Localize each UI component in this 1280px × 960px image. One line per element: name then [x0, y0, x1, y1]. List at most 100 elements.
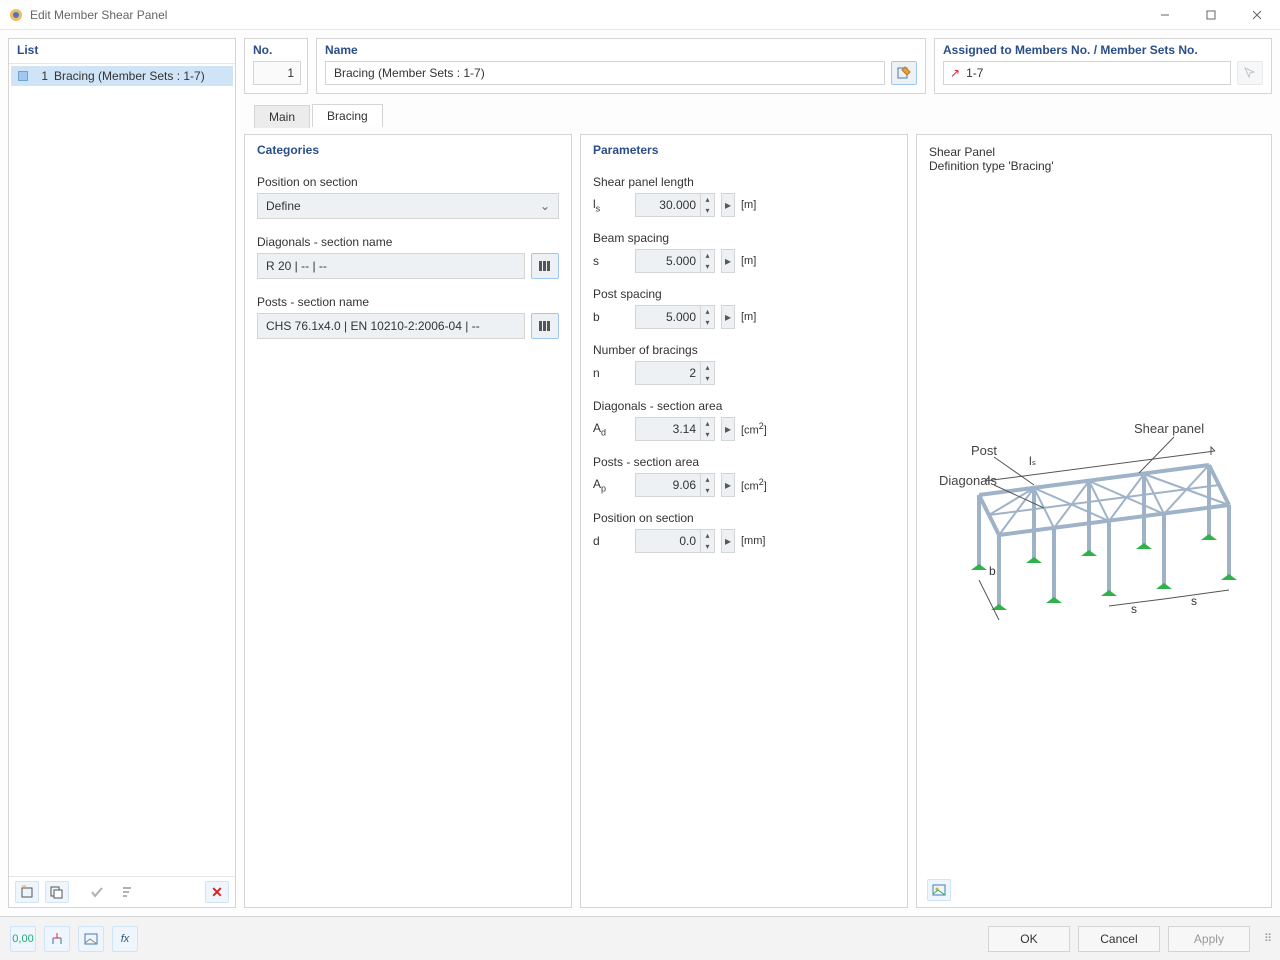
shear-panel-diagram: lₛ b s s Shear panel Post — [929, 183, 1259, 867]
assign-value: 1-7 — [966, 66, 983, 80]
param-label-beam: Beam spacing — [593, 231, 895, 245]
description-panel: Shear Panel Definition type 'Bracing' — [916, 134, 1272, 908]
tree-icon — [50, 932, 64, 946]
content-area: List 1 Bracing (Member Sets : 1-7) — [0, 30, 1280, 916]
tab-main[interactable]: Main — [254, 105, 310, 128]
param-input-ap[interactable]: 9.06▴▾ — [635, 473, 715, 497]
tree-button[interactable] — [44, 926, 70, 952]
check-list-button[interactable] — [85, 881, 109, 903]
copy-item-button[interactable] — [45, 881, 69, 903]
parameters-panel: Parameters Shear panel lengthls30.000▴▾▸… — [580, 134, 908, 908]
position-on-section-select[interactable]: Define ⌄ — [257, 193, 559, 219]
diagram-label-diagonals: Diagonals — [939, 473, 997, 488]
param-row-post: b 5.000▴▾▸ [m] — [593, 305, 895, 329]
cursor-icon — [1243, 66, 1257, 80]
spin-down-icon[interactable]: ▾ — [700, 541, 714, 552]
view-settings-button[interactable] — [927, 879, 951, 901]
param-unit-post: [m] — [741, 311, 756, 323]
library-icon — [538, 319, 552, 333]
param-label-len: Shear panel length — [593, 175, 895, 189]
list-item[interactable]: 1 Bracing (Member Sets : 1-7) — [11, 66, 233, 86]
diagram-label-b: b — [989, 564, 996, 578]
top-cards: No. 1 Name Bracing (Member Sets : 1-7) A… — [244, 38, 1272, 94]
spin-up-icon[interactable]: ▴ — [700, 306, 714, 317]
ok-button[interactable]: OK — [988, 926, 1070, 952]
param-input-beam[interactable]: 5.000▴▾ — [635, 249, 715, 273]
position-on-section-value: Define — [266, 199, 301, 213]
param-symbol-ap: Ap — [593, 477, 613, 493]
list-panel: List 1 Bracing (Member Sets : 1-7) — [8, 38, 236, 908]
param-symbol-post: b — [593, 310, 613, 324]
resize-grip-icon[interactable]: ⠿ — [1264, 932, 1270, 945]
delete-item-button[interactable]: ✕ — [205, 881, 229, 903]
param-unit-d: [mm] — [741, 535, 765, 547]
param-row-len: ls30.000▴▾▸[m] — [593, 193, 895, 217]
param-step-post[interactable]: ▸ — [721, 305, 735, 329]
fx-icon: fx — [121, 933, 130, 945]
apply-button[interactable]: Apply — [1168, 926, 1250, 952]
spin-up-icon[interactable]: ▴ — [700, 530, 714, 541]
tab-bracing[interactable]: Bracing — [312, 104, 383, 127]
param-symbol-len: ls — [593, 197, 613, 213]
maximize-button[interactable] — [1188, 0, 1234, 30]
export-image-button[interactable] — [78, 926, 104, 952]
no-input[interactable]: 1 — [253, 61, 301, 85]
param-input-d[interactable]: 0.0▴▾ — [635, 529, 715, 553]
spin-up-icon[interactable]: ▴ — [700, 474, 714, 485]
spin-down-icon[interactable]: ▾ — [700, 205, 714, 216]
spin-up-icon[interactable]: ▴ — [700, 250, 714, 261]
param-symbol-d: d — [593, 534, 613, 548]
param-symbol-beam: s — [593, 254, 613, 268]
edit-icon — [897, 66, 911, 80]
name-input[interactable]: Bracing (Member Sets : 1-7) — [325, 61, 885, 85]
posts-section-input[interactable]: CHS 76.1x4.0 | EN 10210-2:2006-04 | -- — [257, 313, 525, 339]
sort-list-button[interactable] — [115, 881, 139, 903]
assign-input[interactable]: ↗ 1-7 — [943, 61, 1231, 85]
param-input-len[interactable]: 30.000▴▾ — [635, 193, 715, 217]
spin-down-icon[interactable]: ▾ — [700, 317, 714, 328]
param-unit-ad: [cm2] — [741, 421, 767, 437]
param-row-d: d 0.0▴▾▸ [mm] — [593, 529, 895, 553]
param-label-ad: Diagonals - section area — [593, 399, 895, 413]
minimize-button[interactable] — [1142, 0, 1188, 30]
param-step-ad[interactable]: ▸ — [721, 417, 735, 441]
param-label-post: Post spacing — [593, 287, 895, 301]
param-input-post[interactable]: 5.000▴▾ — [635, 305, 715, 329]
column-feet — [971, 534, 1237, 610]
param-step-len[interactable]: ▸ — [721, 193, 735, 217]
param-unit-beam: [m] — [741, 255, 756, 267]
spin-down-icon[interactable]: ▾ — [700, 429, 714, 440]
tab-strip: Main Bracing — [244, 102, 1272, 126]
cancel-button[interactable]: Cancel — [1078, 926, 1160, 952]
param-input-ad[interactable]: 3.14▴▾ — [635, 417, 715, 441]
spin-down-icon[interactable]: ▾ — [700, 261, 714, 272]
list-item-label: Bracing (Member Sets : 1-7) — [54, 69, 205, 83]
parameters-title: Parameters — [581, 135, 907, 157]
param-step-d[interactable]: ▸ — [721, 529, 735, 553]
param-symbol-ad: Ad — [593, 421, 613, 437]
picture-icon — [932, 883, 946, 897]
posts-library-button[interactable] — [531, 313, 559, 339]
diagonals-library-button[interactable] — [531, 253, 559, 279]
spin-down-icon[interactable]: ▾ — [700, 485, 714, 496]
list-item-index: 1 — [34, 69, 48, 83]
diagonals-section-input[interactable]: R 20 | -- | -- — [257, 253, 525, 279]
param-step-ap[interactable]: ▸ — [721, 473, 735, 497]
spin-up-icon[interactable]: ▴ — [700, 362, 714, 373]
fx-button[interactable]: fx — [112, 926, 138, 952]
param-input-nbr[interactable]: 2▴▾ — [635, 361, 715, 385]
units-button[interactable]: 0,00 — [10, 926, 36, 952]
spin-up-icon[interactable]: ▴ — [700, 418, 714, 429]
description-title: Shear Panel — [929, 145, 1259, 159]
spin-down-icon[interactable]: ▾ — [700, 373, 714, 384]
close-button[interactable] — [1234, 0, 1280, 30]
new-item-button[interactable] — [15, 881, 39, 903]
param-step-beam[interactable]: ▸ — [721, 249, 735, 273]
rename-button[interactable] — [891, 61, 917, 85]
pick-members-button[interactable] — [1237, 61, 1263, 85]
list-toolbar: ✕ — [9, 876, 235, 907]
window-title: Edit Member Shear Panel — [30, 8, 167, 22]
spin-up-icon[interactable]: ▴ — [700, 194, 714, 205]
categories-title: Categories — [245, 135, 571, 157]
param-row-ad: Ad 3.14▴▾▸ [cm2] — [593, 417, 895, 441]
